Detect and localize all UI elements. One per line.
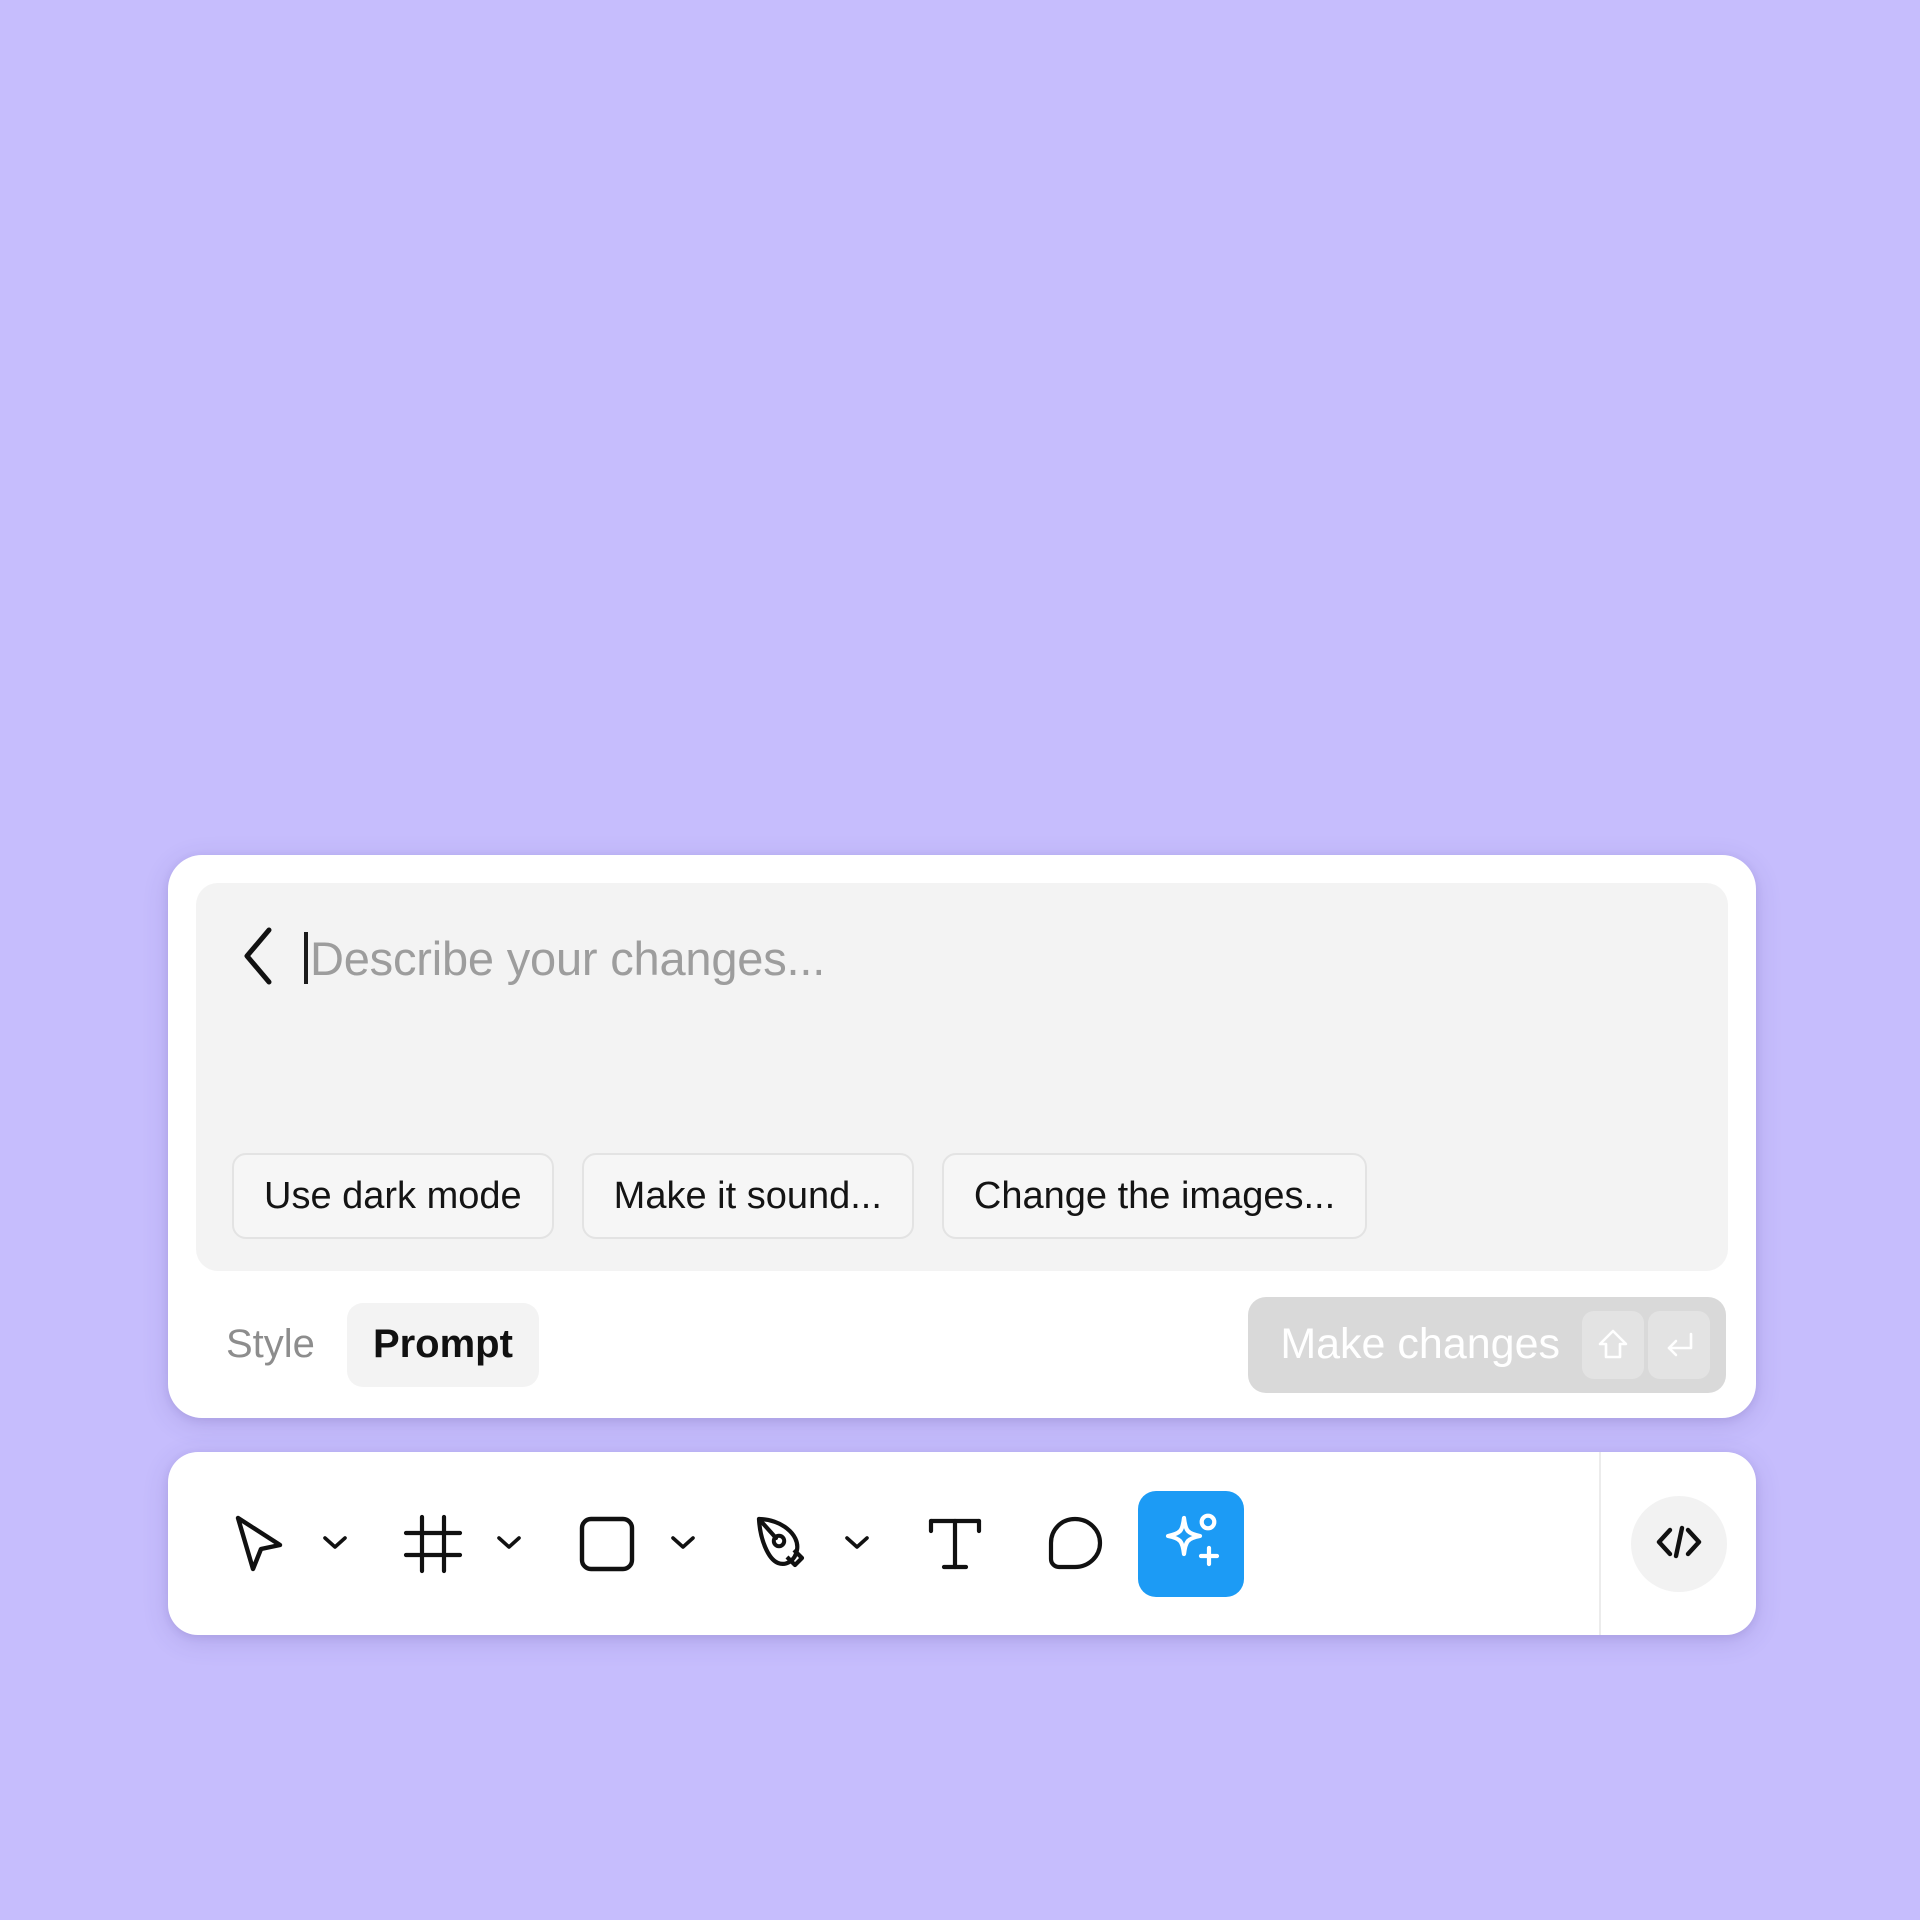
prompt-footer-bar: Style Prompt Make changes — [168, 1271, 1756, 1418]
prompt-input-row: Describe your changes... — [196, 883, 1728, 1153]
tool-shape-button[interactable] — [558, 1495, 656, 1593]
code-brackets-icon — [1653, 1522, 1705, 1565]
frame-icon — [402, 1513, 464, 1575]
tool-pen-dropdown[interactable] — [830, 1495, 884, 1593]
comment-bubble-icon — [1045, 1514, 1105, 1574]
tool-pen-button[interactable] — [732, 1495, 830, 1593]
tool-toolbar — [168, 1452, 1756, 1635]
make-changes-button[interactable]: Make changes — [1248, 1296, 1726, 1393]
cursor-arrow-icon — [230, 1513, 288, 1575]
tool-group-cursor — [210, 1495, 362, 1593]
chevron-left-icon — [238, 924, 280, 988]
prompt-editor-surface: Describe your changes... Use dark mode M… — [196, 883, 1728, 1271]
back-button[interactable] — [232, 925, 286, 987]
suggestion-chip[interactable]: Use dark mode — [232, 1153, 554, 1239]
prompt-panel: Describe your changes... Use dark mode M… — [168, 855, 1756, 1418]
tab-style[interactable]: Style — [200, 1303, 341, 1387]
tool-comment-button[interactable] — [1026, 1495, 1124, 1593]
prompt-input[interactable]: Describe your changes... — [304, 925, 1692, 991]
tool-group-pen — [732, 1495, 884, 1593]
chevron-down-icon — [669, 1533, 697, 1554]
chevron-down-icon — [321, 1533, 349, 1554]
tool-shape-dropdown[interactable] — [656, 1495, 710, 1593]
toolbar-right-section — [1601, 1452, 1756, 1635]
tool-group-shape — [558, 1495, 710, 1593]
text-caret — [304, 932, 308, 984]
tool-cursor-button[interactable] — [210, 1495, 308, 1593]
text-type-icon — [924, 1513, 986, 1575]
suggestion-chip[interactable]: Make it sound... — [581, 1153, 914, 1239]
tool-frame-dropdown[interactable] — [482, 1495, 536, 1593]
tab-prompt[interactable]: Prompt — [346, 1302, 539, 1387]
enter-key-icon — [1648, 1310, 1710, 1379]
tool-ai-button[interactable] — [1138, 1490, 1244, 1597]
suggestion-chip[interactable]: Change the images... — [941, 1153, 1368, 1239]
square-icon — [578, 1515, 636, 1573]
tool-cursor-dropdown[interactable] — [308, 1495, 362, 1593]
tool-group-frame — [384, 1495, 536, 1593]
suggestion-chip-list: Use dark mode Make it sound... Change th… — [196, 1153, 1728, 1271]
pen-tool-icon — [750, 1513, 812, 1575]
tool-frame-button[interactable] — [384, 1495, 482, 1593]
chevron-down-icon — [843, 1533, 871, 1554]
tool-text-button[interactable] — [906, 1495, 1004, 1593]
mode-tab-list: Style Prompt — [200, 1302, 539, 1387]
make-changes-label: Make changes — [1280, 1320, 1560, 1368]
chevron-down-icon — [495, 1533, 523, 1554]
dev-mode-button[interactable] — [1630, 1495, 1727, 1592]
toolbar-tools — [168, 1452, 1599, 1635]
prompt-input-placeholder: Describe your changes... — [310, 931, 826, 985]
shift-key-icon — [1582, 1310, 1644, 1379]
ai-sparkle-plus-icon — [1155, 1506, 1227, 1581]
keyboard-shortcut-group — [1582, 1310, 1710, 1379]
